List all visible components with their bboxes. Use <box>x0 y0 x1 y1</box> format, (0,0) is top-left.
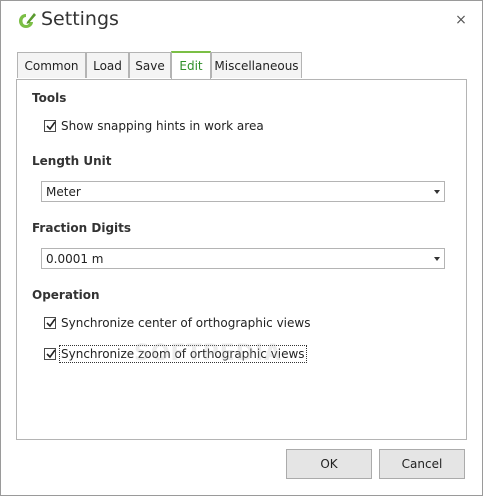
snapping-hints-label: Show snapping hints in work area <box>61 119 264 133</box>
close-icon[interactable]: × <box>454 11 468 29</box>
edit-tab-panel: Tools Show snapping hints in work area L… <box>16 79 467 440</box>
length-unit-heading: Length Unit <box>32 154 112 168</box>
chevron-down-icon <box>434 190 440 194</box>
tab-load[interactable]: Load <box>86 52 129 78</box>
sync-zoom-option[interactable]: Synchronize zoom of orthographic views <box>44 345 307 363</box>
sync-zoom-label: Synchronize zoom of orthographic views <box>59 345 307 363</box>
length-unit-value: Meter <box>46 185 81 199</box>
tab-save[interactable]: Save <box>129 52 171 78</box>
chevron-down-icon <box>434 257 440 261</box>
ok-button[interactable]: OK <box>286 449 372 479</box>
tab-miscellaneous[interactable]: Miscellaneous <box>211 52 302 78</box>
tools-heading: Tools <box>32 91 67 105</box>
fraction-digits-value: 0.0001 m <box>46 252 104 266</box>
sync-zoom-checkbox[interactable] <box>44 348 56 360</box>
tab-edit[interactable]: Edit <box>171 51 211 79</box>
fraction-digits-heading: Fraction Digits <box>32 221 132 235</box>
cancel-button[interactable]: Cancel <box>379 449 465 479</box>
operation-heading: Operation <box>32 288 100 302</box>
sync-center-option[interactable]: Synchronize center of orthographic views <box>44 315 310 331</box>
snapping-hints-option[interactable]: Show snapping hints in work area <box>44 118 264 134</box>
title-bar: Settings × <box>1 1 482 41</box>
settings-dialog: Settings × Common Load Save Edit Miscell… <box>0 0 483 496</box>
length-unit-dropdown[interactable]: Meter <box>41 181 445 202</box>
sync-center-label: Synchronize center of orthographic views <box>61 316 311 330</box>
pencil-leaf-icon <box>17 11 37 31</box>
tab-common[interactable]: Common <box>17 52 86 78</box>
snapping-hints-checkbox[interactable] <box>44 120 56 132</box>
sync-center-checkbox[interactable] <box>44 317 56 329</box>
fraction-digits-dropdown[interactable]: 0.0001 m <box>41 248 445 269</box>
dialog-title: Settings <box>41 8 119 30</box>
